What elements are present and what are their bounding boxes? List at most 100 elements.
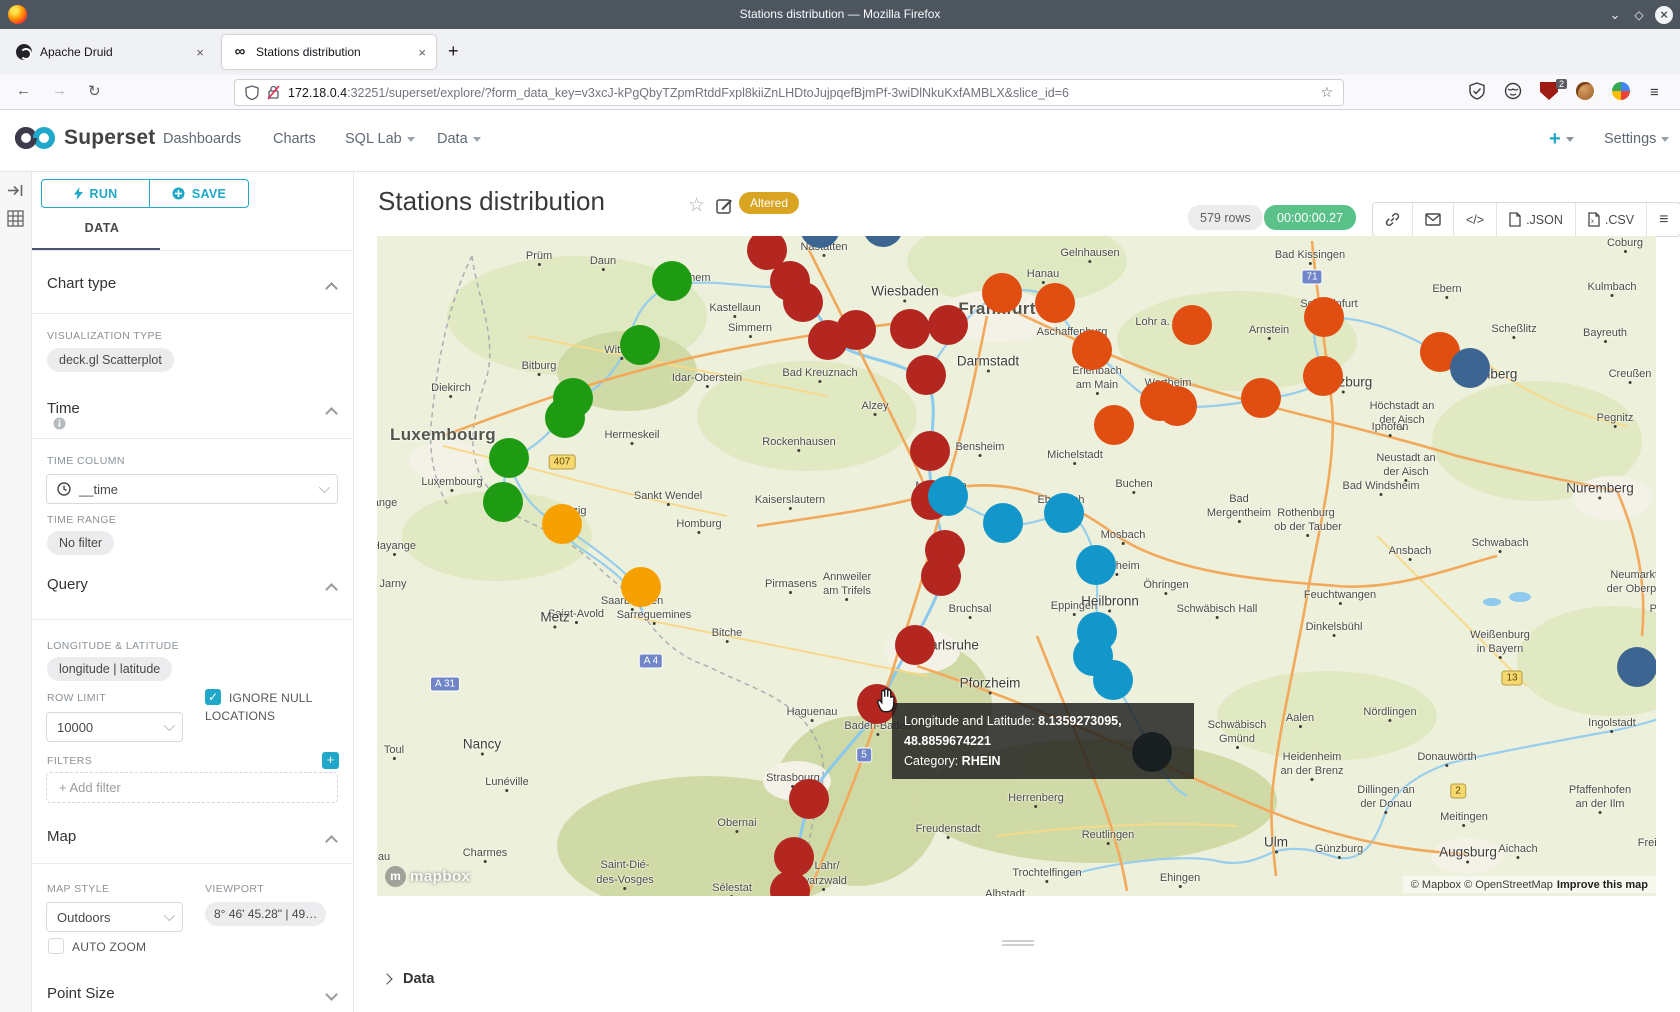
- chart-menu-button[interactable]: ≡: [1647, 203, 1680, 236]
- add-filter-box[interactable]: + Add filter: [46, 772, 338, 803]
- map-point[interactable]: [921, 556, 961, 596]
- map-point[interactable]: [910, 431, 950, 471]
- altered-badge[interactable]: Altered: [739, 192, 799, 214]
- run-button[interactable]: RUN: [42, 180, 150, 207]
- map-point[interactable]: [890, 309, 930, 349]
- dataset-grid-icon[interactable]: [7, 210, 24, 227]
- nav-dashboards[interactable]: Dashboards: [163, 131, 241, 147]
- edit-pencil-icon[interactable]: [716, 197, 733, 214]
- map-point[interactable]: [982, 273, 1022, 313]
- superset-brand[interactable]: Superset: [14, 125, 155, 151]
- reload-icon[interactable]: ↻: [88, 82, 101, 100]
- chevron-up-icon[interactable]: [325, 583, 338, 596]
- bookmark-star-icon[interactable]: ☆: [1320, 84, 1333, 101]
- export-csv-button[interactable]: x .CSV: [1576, 203, 1647, 236]
- tab-close-icon[interactable]: ×: [418, 45, 426, 60]
- time-column-select[interactable]: __time: [46, 474, 338, 504]
- deckgl-scatterplot-map[interactable]: PrümDaunCochemNastättenKastellaunSimmern…: [377, 236, 1656, 896]
- lonlat-value[interactable]: longitude | latitude: [47, 657, 172, 681]
- nav-sql-lab[interactable]: SQL Lab: [345, 131, 415, 147]
- map-point[interactable]: [783, 282, 823, 322]
- map-point[interactable]: [1172, 305, 1212, 345]
- map-point[interactable]: [1303, 356, 1343, 396]
- chevron-up-icon[interactable]: [325, 835, 338, 848]
- chevron-up-icon[interactable]: [325, 407, 338, 420]
- favorite-star-icon[interactable]: ☆: [688, 194, 705, 217]
- map-point[interactable]: [1304, 297, 1344, 337]
- map-point[interactable]: [1076, 545, 1116, 585]
- map-point[interactable]: [1450, 348, 1490, 388]
- chevron-down-icon[interactable]: [325, 988, 338, 1001]
- embed-code-button[interactable]: </>: [1454, 203, 1497, 236]
- map-point[interactable]: [906, 355, 946, 395]
- improve-map-link[interactable]: Improve this map: [1557, 879, 1648, 891]
- panel-resize-handle[interactable]: [1002, 940, 1034, 948]
- map-point[interactable]: [1072, 330, 1112, 370]
- insecure-lock-icon[interactable]: [267, 85, 280, 100]
- save-button[interactable]: SAVE: [150, 180, 248, 207]
- map-point[interactable]: [1157, 386, 1197, 426]
- map-point[interactable]: [483, 482, 523, 522]
- map-point[interactable]: [836, 310, 876, 350]
- ignore-null-checkbox[interactable]: ✓: [205, 689, 221, 705]
- nav-charts[interactable]: Charts: [273, 131, 316, 147]
- viewport-value[interactable]: 8° 46' 45.28" | 49…: [205, 902, 326, 926]
- row-limit-select[interactable]: 10000: [46, 712, 183, 742]
- browser-menu-icon[interactable]: ≡: [1650, 84, 1659, 101]
- map-point[interactable]: [1093, 660, 1133, 700]
- viz-type-value[interactable]: deck.gl Scatterplot: [47, 348, 174, 372]
- mapbox-logo[interactable]: m mapbox: [385, 866, 471, 887]
- map-point[interactable]: [545, 398, 585, 438]
- protections-shield-icon[interactable]: [1468, 82, 1486, 100]
- back-icon[interactable]: ←: [16, 82, 31, 99]
- tab-close-icon[interactable]: ×: [196, 45, 204, 60]
- cookie-icon[interactable]: [1576, 82, 1594, 100]
- email-button[interactable]: [1413, 203, 1454, 236]
- map-point[interactable]: [1094, 405, 1134, 445]
- map-point[interactable]: [489, 438, 529, 478]
- auto-zoom-checkbox[interactable]: [48, 938, 64, 954]
- map-point[interactable]: [1241, 378, 1281, 418]
- results-panel-toggle[interactable]: Data: [383, 971, 434, 987]
- section-point-size[interactable]: Point Size: [47, 985, 115, 1002]
- extension-pinwheel-icon[interactable]: [1612, 82, 1630, 100]
- map-point[interactable]: [621, 567, 661, 607]
- window-minimize-icon[interactable]: ⌄: [1606, 6, 1624, 24]
- section-time[interactable]: Time: [47, 400, 80, 430]
- window-maximize-icon[interactable]: ◇: [1630, 6, 1648, 24]
- add-filter-plus-button[interactable]: +: [322, 752, 339, 769]
- chevron-up-icon[interactable]: [325, 282, 338, 295]
- url-bar[interactable]: 172.18.0.4:32251/superset/explore/?form_…: [234, 79, 1344, 106]
- container-mask-icon[interactable]: [1504, 82, 1522, 100]
- url-text[interactable]: 172.18.0.4:32251/superset/explore/?form_…: [288, 86, 1312, 100]
- map-style-select[interactable]: Outdoors: [46, 902, 183, 932]
- nav-data[interactable]: Data: [437, 131, 481, 147]
- map-point[interactable]: [620, 325, 660, 365]
- new-tab-button[interactable]: +: [448, 41, 459, 62]
- export-json-button[interactable]: .JSON: [1497, 203, 1576, 236]
- map-point[interactable]: [1044, 493, 1084, 533]
- window-close-icon[interactable]: ×: [1655, 6, 1673, 24]
- map-point[interactable]: [1035, 283, 1075, 323]
- map-point[interactable]: [1617, 647, 1656, 687]
- tab-apache-druid[interactable]: Apache Druid ×: [6, 35, 214, 69]
- section-chart-type[interactable]: Chart type: [47, 275, 116, 292]
- map-point[interactable]: [928, 305, 968, 345]
- map-point[interactable]: [652, 261, 692, 301]
- tracking-shield-icon[interactable]: [245, 85, 259, 100]
- map-point[interactable]: [983, 503, 1023, 543]
- forward-icon[interactable]: →: [52, 82, 67, 99]
- map-point[interactable]: [789, 779, 829, 819]
- settings-menu[interactable]: Settings: [1604, 131, 1669, 147]
- map-point[interactable]: [895, 625, 935, 665]
- expand-panel-icon[interactable]: [7, 182, 24, 199]
- copy-link-button[interactable]: [1373, 203, 1413, 236]
- map-point[interactable]: [542, 504, 582, 544]
- tab-stations-distribution[interactable]: ∞ Stations distribution ×: [222, 35, 436, 69]
- new-item-button[interactable]: +: [1549, 128, 1574, 151]
- map-point[interactable]: [928, 476, 968, 516]
- tab-data[interactable]: DATA: [72, 221, 132, 235]
- time-range-value[interactable]: No filter: [47, 531, 114, 555]
- section-map[interactable]: Map: [47, 828, 76, 845]
- section-query[interactable]: Query: [47, 576, 88, 593]
